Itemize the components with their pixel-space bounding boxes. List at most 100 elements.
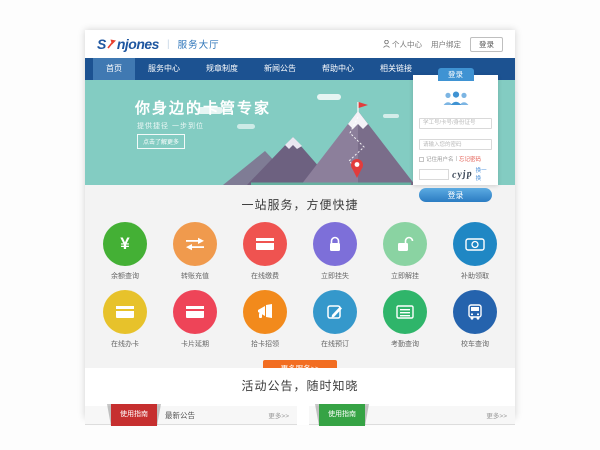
announcement-panel-left: 使用指南 最新公告 更多>> — [85, 406, 297, 425]
login-tab[interactable]: 登录 — [438, 68, 474, 81]
announcement-panels: 使用指南 最新公告 更多>> 使用指南 更多>> — [85, 406, 515, 425]
service-item-card-extend[interactable]: 卡片延期 — [160, 290, 230, 349]
users-icon — [441, 91, 471, 106]
megaphone-icon — [256, 304, 274, 320]
login-submit-button[interactable]: 登录 — [419, 188, 492, 202]
left-more-link[interactable]: 更多>> — [268, 410, 289, 420]
nav-item-rules[interactable]: 规章制度 — [193, 58, 251, 80]
username-input[interactable] — [419, 118, 492, 129]
service-circle — [243, 290, 287, 334]
card-icon — [255, 237, 275, 251]
service-item-found-card[interactable]: 拾卡招领 — [230, 290, 300, 349]
card-icon — [185, 305, 205, 319]
brand-arrow-icon — [107, 36, 116, 52]
hero-subtitle: 提供捷径 一步到位 — [137, 121, 204, 131]
personal-center-label: 个人中心 — [392, 39, 422, 50]
right-more-link[interactable]: 更多>> — [486, 410, 507, 420]
nav-item-home[interactable]: 首页 — [93, 58, 135, 80]
password-input[interactable] — [419, 139, 492, 150]
service-label: 在线办卡 — [90, 339, 160, 349]
announcement-panel-right: 使用指南 更多>> — [309, 406, 515, 425]
remember-checkbox[interactable] — [419, 157, 424, 162]
brand-suffix: njones — [117, 36, 159, 52]
latest-news-tab[interactable]: 最新公告 — [165, 410, 195, 421]
website-page: S njones | 服务大厅 个人中心 用户绑定 登录 首页 — [85, 30, 515, 418]
service-item-report-loss[interactable]: 立即挂失 — [300, 222, 370, 281]
remember-label: 记住用户名 — [426, 155, 454, 163]
service-item-payment[interactable]: 在线缴费 — [230, 222, 300, 281]
service-label: 卡片延期 — [160, 339, 230, 349]
services-section: 一站服务，方便快捷 ¥ 余额查询 转账充值 — [85, 185, 515, 368]
login-panel: 登录 记住用户名 | 忘记密码 cyjp 换一换 登录 — [413, 75, 498, 185]
product-name: 服务大厅 — [178, 37, 220, 51]
service-label: 补助领取 — [440, 271, 510, 281]
service-item-unfreeze[interactable]: 立即解挂 — [370, 222, 440, 281]
nav-item-help[interactable]: 帮助中心 — [309, 58, 367, 80]
transfer-icon — [185, 237, 205, 251]
nav-item-service-center[interactable]: 服务中心 — [135, 58, 193, 80]
service-circle — [243, 222, 287, 266]
services-row-2: 在线办卡 卡片延期 — [85, 290, 515, 349]
brand-logo[interactable]: S njones — [97, 36, 159, 52]
bus-icon — [467, 304, 483, 320]
captcha-image[interactable]: cyjp — [452, 168, 473, 180]
edit-icon — [327, 304, 343, 320]
service-circle — [173, 290, 217, 334]
personal-center-link[interactable]: 个人中心 — [383, 39, 422, 50]
yuan-icon: ¥ — [120, 234, 129, 254]
unlock-icon — [396, 236, 414, 252]
announcements-section: 活动公告，随时知晓 使用指南 最新公告 更多>> 使用指南 更多>> — [85, 368, 515, 425]
service-circle — [453, 290, 497, 334]
service-circle — [173, 222, 217, 266]
service-item-subsidy[interactable]: 补助领取 — [440, 222, 510, 281]
person-icon — [383, 40, 390, 48]
service-item-transfer[interactable]: 转账充值 — [160, 222, 230, 281]
service-circle — [313, 290, 357, 334]
service-item-school-bus[interactable]: 校车查询 — [440, 290, 510, 349]
list-icon — [396, 305, 414, 319]
header-divider: | — [167, 39, 170, 50]
user-bind-link[interactable]: 用户绑定 — [431, 39, 461, 50]
brand-prefix: S — [97, 36, 106, 52]
captcha-row: cyjp 换一换 — [419, 166, 492, 182]
banknote-icon — [465, 238, 485, 251]
service-circle: ¥ — [103, 222, 147, 266]
service-item-apply-card[interactable]: 在线办卡 — [90, 290, 160, 349]
service-circle — [383, 222, 427, 266]
header-right: 个人中心 用户绑定 登录 — [383, 37, 503, 52]
service-circle — [453, 222, 497, 266]
service-item-attendance[interactable]: 考勤查询 — [370, 290, 440, 349]
guide-ribbon-tab-right[interactable]: 使用指南 — [319, 404, 365, 426]
mountain-illustration — [223, 101, 433, 185]
left-tabbar: 使用指南 最新公告 更多>> — [85, 406, 297, 425]
cloud-shape — [317, 94, 341, 100]
service-circle — [103, 290, 147, 334]
service-label: 考勤查询 — [370, 339, 440, 349]
user-bind-label: 用户绑定 — [431, 39, 461, 50]
service-label: 拾卡招领 — [230, 339, 300, 349]
service-label: 转账充值 — [160, 271, 230, 281]
site-header: S njones | 服务大厅 个人中心 用户绑定 登录 — [85, 30, 515, 58]
service-label: 余额查询 — [90, 271, 160, 281]
announcements-title: 活动公告，随时知晓 — [85, 377, 515, 394]
right-tabbar: 使用指南 更多>> — [309, 406, 515, 425]
header-login-button[interactable]: 登录 — [470, 37, 503, 52]
service-label: 校车查询 — [440, 339, 510, 349]
captcha-refresh-link[interactable]: 换一换 — [476, 166, 492, 182]
service-circle — [313, 222, 357, 266]
service-item-balance[interactable]: ¥ 余额查询 — [90, 222, 160, 281]
service-label: 在线预订 — [300, 339, 370, 349]
guide-ribbon-tab[interactable]: 使用指南 — [111, 404, 157, 426]
service-label: 在线缴费 — [230, 271, 300, 281]
lock-icon — [327, 236, 343, 252]
captcha-input[interactable] — [419, 169, 449, 180]
remember-row: 记住用户名 | 忘记密码 — [419, 155, 492, 163]
nav-item-news[interactable]: 新闻公告 — [251, 58, 309, 80]
hero-cta-button[interactable]: 点击了解更多 — [137, 134, 185, 149]
service-label: 立即挂失 — [300, 271, 370, 281]
service-item-online-booking[interactable]: 在线预订 — [300, 290, 370, 349]
remember-sep: | — [456, 156, 457, 162]
forgot-password-link[interactable]: 忘记密码 — [459, 155, 481, 163]
service-label: 立即解挂 — [370, 271, 440, 281]
services-row-1: ¥ 余额查询 转账充值 — [85, 222, 515, 281]
